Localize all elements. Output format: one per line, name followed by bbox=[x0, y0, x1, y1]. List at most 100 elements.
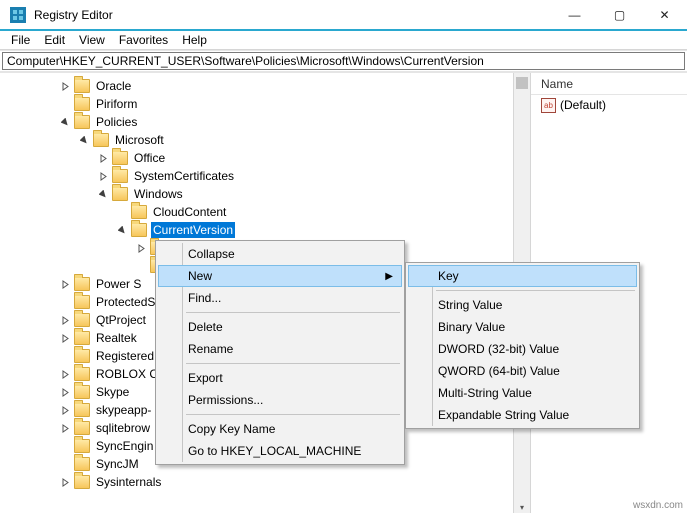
folder-icon bbox=[131, 223, 147, 237]
tree-expander-closed[interactable] bbox=[59, 368, 72, 381]
tree-expander-closed[interactable] bbox=[59, 422, 72, 435]
menu-item[interactable]: DWORD (32-bit) Value bbox=[408, 338, 637, 360]
tree-expander-closed[interactable] bbox=[97, 170, 110, 183]
tree-item-label: QtProject bbox=[94, 312, 148, 328]
tree-expander-closed[interactable] bbox=[59, 404, 72, 417]
tree-expander-closed[interactable] bbox=[59, 476, 72, 489]
value-list-header[interactable]: Name bbox=[531, 73, 687, 95]
tree-expander-closed[interactable] bbox=[59, 80, 72, 93]
tree-expander-closed[interactable] bbox=[97, 152, 110, 165]
folder-icon bbox=[93, 133, 109, 147]
menu-item[interactable]: Rename bbox=[158, 338, 402, 360]
context-menu[interactable]: CollapseNew▶Find... Delete Rename Export Per… bbox=[155, 240, 405, 465]
value-row[interactable]: (Default) bbox=[531, 95, 687, 115]
tree-expander-closed[interactable] bbox=[135, 242, 148, 255]
scroll-thumb[interactable] bbox=[516, 77, 528, 89]
menu-item[interactable]: Permissions... bbox=[158, 389, 402, 411]
tree-item-label: ROBLOX C bbox=[94, 366, 160, 382]
tree-expander-none bbox=[59, 440, 72, 453]
menu-item[interactable]: Collapse bbox=[158, 243, 402, 265]
menu-file[interactable]: File bbox=[4, 31, 37, 49]
folder-icon bbox=[74, 331, 90, 345]
menu-help[interactable]: Help bbox=[175, 31, 214, 49]
tree-item-label: CurrentVersion bbox=[151, 222, 235, 238]
tree-item-label: Office bbox=[132, 150, 167, 166]
tree-expander-closed[interactable] bbox=[59, 332, 72, 345]
maximize-button[interactable]: ▢ bbox=[597, 0, 642, 30]
menu-item-label: Export bbox=[188, 371, 223, 385]
menu-item[interactable]: Copy Key Name bbox=[158, 418, 402, 440]
folder-icon bbox=[74, 421, 90, 435]
menu-view[interactable]: View bbox=[72, 31, 112, 49]
menu-item[interactable]: Binary Value bbox=[408, 316, 637, 338]
tree-row[interactable]: Sysinternals bbox=[2, 473, 530, 491]
menu-edit[interactable]: Edit bbox=[37, 31, 72, 49]
menu-separator bbox=[186, 312, 400, 313]
tree-row[interactable]: Policies bbox=[2, 113, 530, 131]
folder-icon bbox=[74, 79, 90, 93]
tree-expander-open[interactable] bbox=[116, 224, 129, 237]
menu-item-label: Expandable String Value bbox=[438, 408, 569, 422]
folder-icon bbox=[74, 277, 90, 291]
menu-item-label: DWORD (32-bit) Value bbox=[438, 342, 559, 356]
minimize-button[interactable]: — bbox=[552, 0, 597, 30]
tree-row[interactable]: Office bbox=[2, 149, 530, 167]
tree-expander-none bbox=[116, 206, 129, 219]
menu-item[interactable]: Key bbox=[408, 265, 637, 287]
tree-expander-closed[interactable] bbox=[59, 386, 72, 399]
tree-row[interactable]: SystemCertificates bbox=[2, 167, 530, 185]
source-label: wsxdn.com bbox=[633, 500, 683, 511]
folder-icon bbox=[74, 439, 90, 453]
folder-icon bbox=[112, 187, 128, 201]
tree-item-label: sqlitebrow bbox=[94, 420, 152, 436]
tree-row[interactable]: CurrentVersion bbox=[2, 221, 530, 239]
tree-expander-open[interactable] bbox=[97, 188, 110, 201]
tree-item-label: SyncJM bbox=[94, 456, 141, 472]
menu-item[interactable]: New▶ bbox=[158, 265, 402, 287]
context-submenu-new[interactable]: Key String Value Binary Value DWORD (32-bit… bbox=[405, 262, 640, 429]
tree-item-label: Registered bbox=[94, 348, 156, 364]
menu-item[interactable]: QWORD (64-bit) Value bbox=[408, 360, 637, 382]
menu-item-label: Multi-String Value bbox=[438, 386, 532, 400]
menu-item[interactable]: Delete bbox=[158, 316, 402, 338]
tree-item-label: Skype bbox=[94, 384, 131, 400]
tree-row[interactable]: Oracle bbox=[2, 77, 530, 95]
tree-expander-open[interactable] bbox=[78, 134, 91, 147]
value-name: (Default) bbox=[560, 98, 606, 112]
tree-expander-closed[interactable] bbox=[59, 314, 72, 327]
menu-item[interactable]: Export bbox=[158, 367, 402, 389]
tree-expander-none bbox=[59, 458, 72, 471]
folder-icon bbox=[74, 97, 90, 111]
tree-expander-none bbox=[59, 98, 72, 111]
menu-item-label: Binary Value bbox=[438, 320, 505, 334]
menu-separator bbox=[436, 290, 635, 291]
menu-favorites[interactable]: Favorites bbox=[112, 31, 175, 49]
tree-row[interactable]: Piriform bbox=[2, 95, 530, 113]
tree-expander-closed[interactable] bbox=[59, 278, 72, 291]
menu-item[interactable]: Multi-String Value bbox=[408, 382, 637, 404]
folder-icon bbox=[74, 313, 90, 327]
tree-item-label: Microsoft bbox=[113, 132, 166, 148]
menu-item[interactable]: Go to HKEY_LOCAL_MACHINE bbox=[158, 440, 402, 462]
menu-item[interactable]: String Value bbox=[408, 294, 637, 316]
address-input[interactable] bbox=[2, 52, 685, 70]
tree-item-label: Policies bbox=[94, 114, 139, 130]
minimize-icon: — bbox=[569, 9, 581, 21]
folder-icon bbox=[74, 349, 90, 363]
menu-separator bbox=[186, 363, 400, 364]
menu-item[interactable]: Find... bbox=[158, 287, 402, 309]
tree-item-label: ProtectedS bbox=[94, 294, 157, 310]
tree-item-label: CloudContent bbox=[151, 204, 228, 220]
scroll-down-icon[interactable]: ▾ bbox=[514, 503, 530, 512]
menu-item-label: Rename bbox=[188, 342, 233, 356]
close-button[interactable]: ✕ bbox=[642, 0, 687, 30]
folder-icon bbox=[112, 169, 128, 183]
tree-expander-open[interactable] bbox=[59, 116, 72, 129]
folder-icon bbox=[74, 295, 90, 309]
tree-row[interactable]: CloudContent bbox=[2, 203, 530, 221]
tree-item-label: Realtek bbox=[94, 330, 139, 346]
title-bar: Registry Editor — ▢ ✕ bbox=[0, 0, 687, 30]
tree-row[interactable]: Windows bbox=[2, 185, 530, 203]
menu-item[interactable]: Expandable String Value bbox=[408, 404, 637, 426]
tree-row[interactable]: Microsoft bbox=[2, 131, 530, 149]
